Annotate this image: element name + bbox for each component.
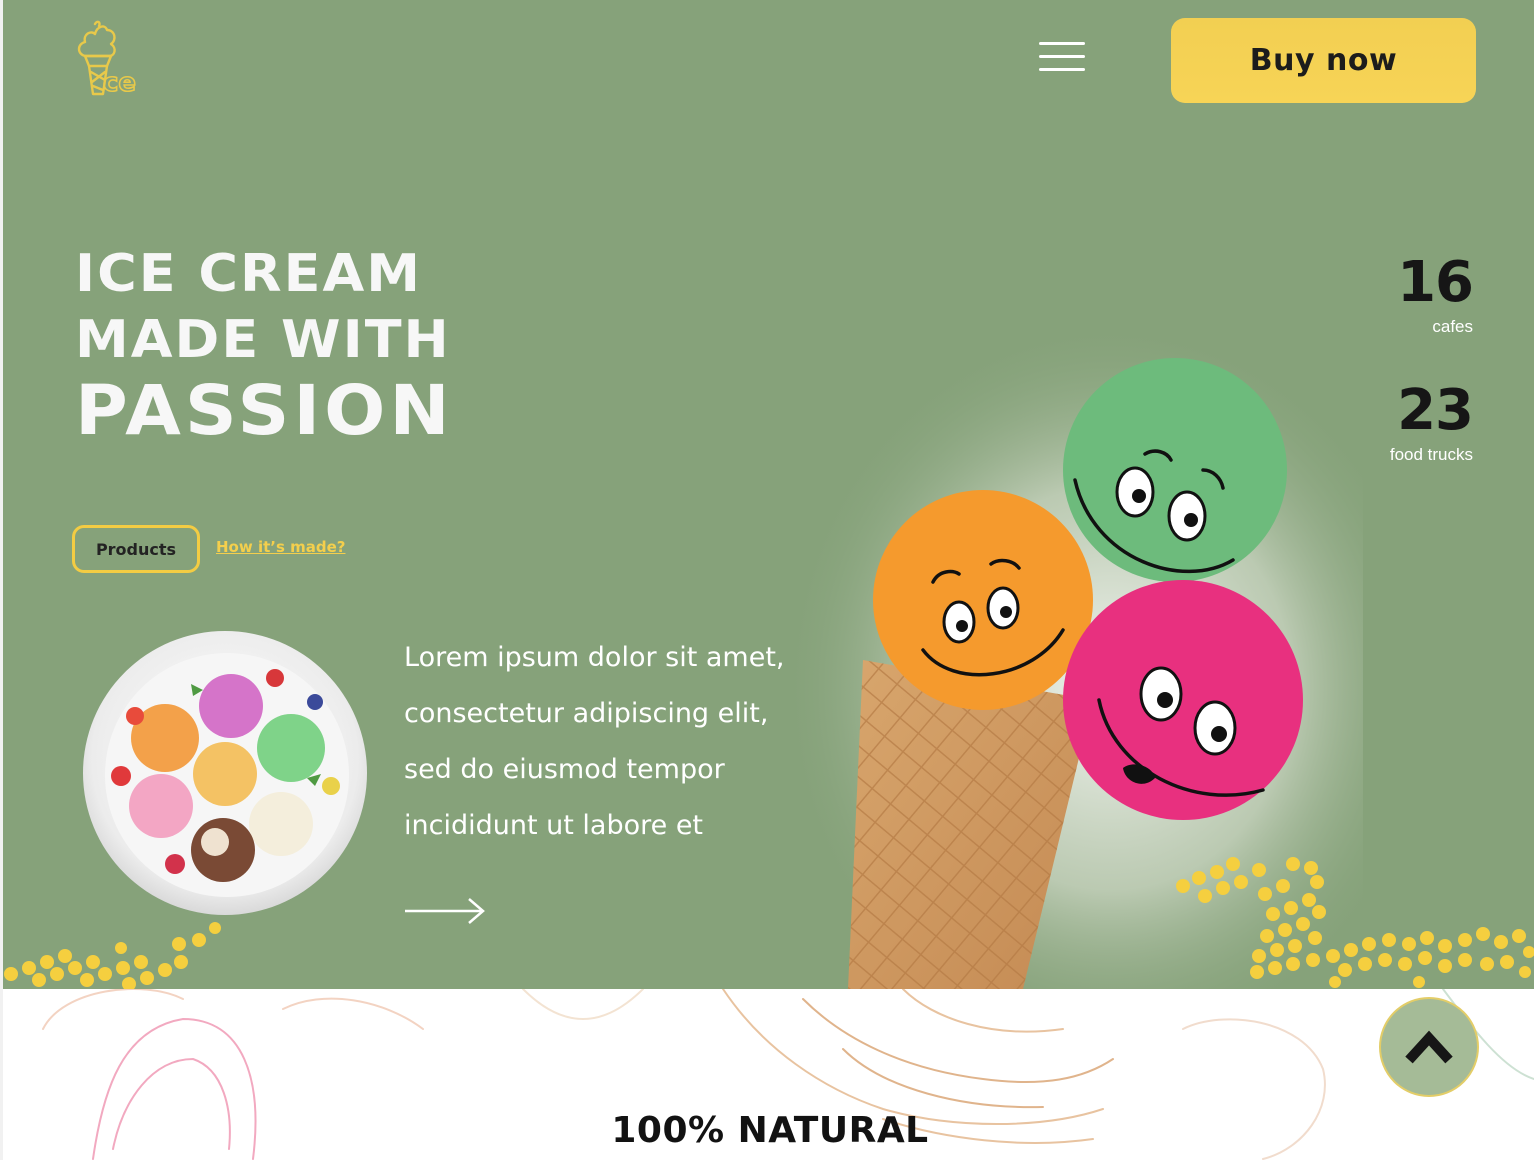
buy-now-button[interactable]: Buy now xyxy=(1171,18,1476,103)
logo-text: ce xyxy=(102,68,137,98)
decorative-dots xyxy=(4,922,221,989)
hero-description: Lorem ipsum dolor sit amet, consectetur … xyxy=(404,642,785,841)
stat-food-trucks: 23 food trucks xyxy=(1389,378,1474,465)
chevron-up-icon xyxy=(1405,1030,1453,1064)
headline-line-2: MADE WITH xyxy=(75,309,451,370)
stat-value: 16 xyxy=(1397,250,1474,315)
scroll-to-top-button[interactable] xyxy=(1379,997,1479,1097)
menu-line xyxy=(1039,68,1085,71)
arrow-right-icon[interactable] xyxy=(403,894,487,928)
stat-label: cafes xyxy=(1432,317,1473,336)
menu-line xyxy=(1039,55,1085,58)
hamburger-menu-icon[interactable] xyxy=(1039,40,1087,74)
how-its-made-link[interactable]: How it’s made? xyxy=(216,538,345,556)
hero-headline: ICE CREAM MADE WITH PASSION xyxy=(75,248,595,448)
hero-section: ce Buy now ICE CREAM MADE WITH PASSION 1… xyxy=(3,0,1534,989)
products-button[interactable]: Products xyxy=(72,525,200,573)
stat-cafes: 16 cafes xyxy=(1397,250,1474,337)
natural-heading: 100% NATURAL xyxy=(611,1110,929,1151)
menu-line xyxy=(1039,42,1085,45)
stat-value: 23 xyxy=(1397,378,1474,443)
headline-line-3: PASSION xyxy=(75,370,454,451)
ice-cream-bowl-image xyxy=(83,631,367,915)
decorative-dots xyxy=(1176,857,1534,988)
headline-line-1: ICE CREAM xyxy=(75,243,423,304)
stat-label: food trucks xyxy=(1389,445,1473,464)
